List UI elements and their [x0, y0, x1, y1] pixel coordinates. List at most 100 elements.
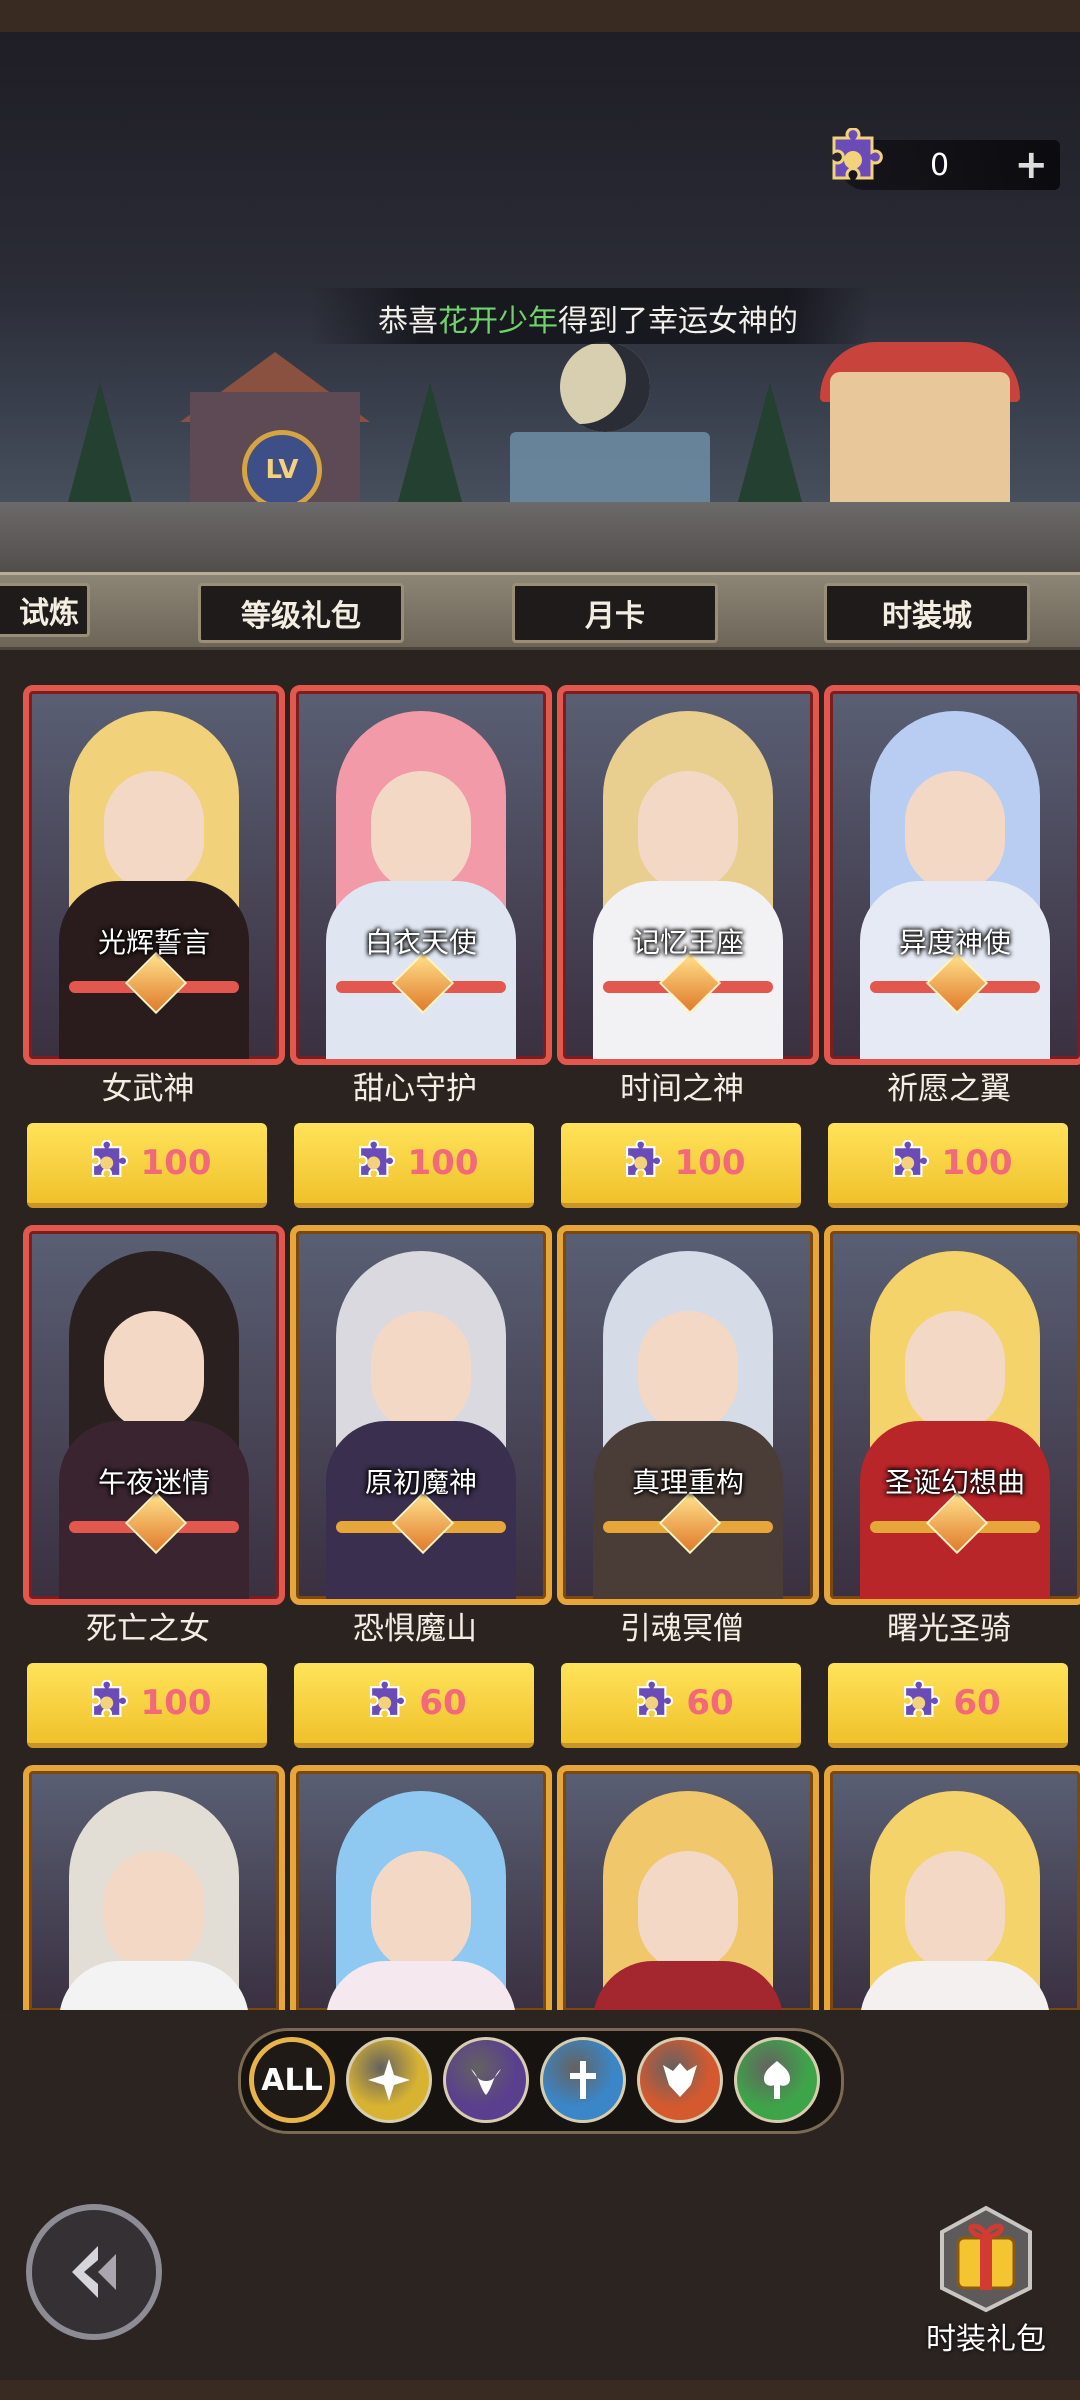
tab-label: 月卡: [585, 599, 645, 634]
buy-price-button[interactable]: 100: [27, 1663, 267, 1748]
price-value: 100: [407, 1143, 479, 1183]
costume-card[interactable]: 原初魔神恐惧魔山 60: [282, 1225, 552, 1765]
costume-card[interactable]: 异度神使祈愿之翼 100: [816, 685, 1080, 1225]
filter-tree-faction[interactable]: [734, 2037, 820, 2123]
costume-portrait[interactable]: [23, 1765, 285, 2010]
costume-portrait[interactable]: [290, 1765, 552, 2010]
buy-price-button[interactable]: 100: [27, 1123, 267, 1208]
skin-name: 白衣天使: [364, 926, 477, 959]
buy-price-button[interactable]: 100: [828, 1123, 1068, 1208]
add-currency-button[interactable]: +: [1014, 143, 1048, 187]
filter-all[interactable]: ALL: [249, 2037, 335, 2123]
price-value: 100: [140, 1143, 212, 1183]
costume-portrait[interactable]: 原初魔神: [290, 1225, 552, 1605]
character-name: 祈愿之翼: [887, 1071, 1011, 1107]
costume-grid: 光辉誓言 女武神 100 白衣天使 甜心守护 100 记忆王座 时间之神 100 异度神使 祈愿之翼…: [0, 650, 1080, 2010]
costume-portrait[interactable]: 真理重构: [557, 1225, 819, 1605]
announcement-prefix: 恭喜: [378, 304, 438, 339]
character-face: [371, 771, 471, 891]
character-face: [638, 1851, 738, 1971]
costume-portrait[interactable]: 白衣天使: [290, 685, 552, 1065]
costume-card[interactable]: [282, 1765, 552, 2010]
price-value: 60: [686, 1683, 734, 1723]
puzzle-piece-icon: [625, 1140, 662, 1178]
costume-portrait[interactable]: 午夜迷情: [23, 1225, 285, 1605]
character-face: [638, 771, 738, 891]
dark-faction-icon: [471, 2069, 501, 2095]
tab-level-gift[interactable]: 等级礼包: [198, 583, 404, 643]
filter-wolf-faction[interactable]: [637, 2037, 723, 2123]
currency-value: 0: [930, 148, 950, 183]
costume-portrait[interactable]: 圣诞幻想曲: [824, 1225, 1080, 1605]
level-badge-icon: LV: [242, 430, 322, 510]
costume-card[interactable]: 午夜迷情死亡之女 100: [15, 1225, 285, 1765]
costume-portrait[interactable]: 光辉誓言: [23, 685, 285, 1065]
costume-card[interactable]: 记忆王座时间之神 100: [549, 685, 819, 1225]
character-face: [905, 1311, 1005, 1431]
price-value: 60: [953, 1683, 1001, 1723]
costume-card[interactable]: [816, 1765, 1080, 2010]
character-face: [638, 1311, 738, 1431]
character-face: [905, 771, 1005, 891]
filter-light-faction[interactable]: [346, 2037, 432, 2123]
costume-card[interactable]: 光辉誓言女武神 100: [15, 685, 285, 1225]
buy-price-button[interactable]: 100: [294, 1123, 534, 1208]
tab-label: 等级礼包: [241, 599, 361, 634]
character-face: [104, 771, 204, 891]
costume-gift-pack-button[interactable]: 时装礼包: [916, 2194, 1056, 2384]
skin-name: 原初魔神: [364, 1466, 477, 1499]
character-face: [371, 1851, 471, 1971]
costume-card[interactable]: 白衣天使甜心守护 100: [282, 685, 552, 1225]
filter-sword-faction[interactable]: [540, 2037, 626, 2123]
character-face: [371, 1311, 471, 1431]
filter-all-label: ALL: [261, 2062, 323, 2098]
tab-label: 试炼: [19, 596, 79, 631]
puzzle-piece-icon: [892, 1140, 929, 1178]
buy-price-button[interactable]: 60: [828, 1663, 1068, 1748]
skin-name: 记忆王座: [631, 926, 744, 959]
character-name: 恐惧魔山: [353, 1611, 477, 1647]
costume-portrait[interactable]: [557, 1765, 819, 2010]
character-name: 死亡之女: [86, 1611, 210, 1647]
costume-card[interactable]: [549, 1765, 819, 2010]
character-name: 女武神: [101, 1071, 195, 1107]
announcement-marquee: 恭喜花开少年得到了幸运女神的: [310, 288, 870, 344]
puzzle-piece-icon: [370, 1680, 407, 1718]
wolf-faction-icon: [663, 2063, 697, 2097]
character-name: 引魂冥僧: [620, 1611, 744, 1647]
puzzle-piece-icon: [358, 1140, 395, 1178]
character-face: [905, 1851, 1005, 1971]
character-face: [104, 1851, 204, 1971]
filter-dark-faction[interactable]: [443, 2037, 529, 2123]
skin-name: 异度神使: [898, 926, 1011, 959]
price-value: 100: [674, 1143, 746, 1183]
buy-price-button[interactable]: 60: [561, 1663, 801, 1748]
tab-monthly-card[interactable]: 月卡: [512, 583, 718, 643]
costume-portrait[interactable]: 异度神使: [824, 685, 1080, 1065]
costume-card[interactable]: 真理重构引魂冥僧 60: [549, 1225, 819, 1765]
costume-card[interactable]: [15, 1765, 285, 2010]
tab-trial[interactable]: 试炼: [0, 583, 90, 637]
puzzle-piece-icon: [904, 1680, 941, 1718]
buy-price-button[interactable]: 100: [561, 1123, 801, 1208]
announcement-player-name: 花开少年: [438, 304, 558, 339]
tab-label: 时装城: [882, 599, 972, 634]
character-name: 时间之神: [620, 1071, 744, 1107]
price-value: 100: [140, 1683, 212, 1723]
puzzle-piece-icon: [637, 1680, 674, 1718]
back-button[interactable]: [26, 2204, 162, 2340]
tab-fashion-shop[interactable]: 时装城: [824, 583, 1030, 643]
skin-name: 真理重构: [631, 1466, 744, 1499]
skin-name: 午夜迷情: [97, 1466, 210, 1499]
announcement-text: 恭喜花开少年得到了幸运女神的: [378, 296, 798, 340]
costume-portrait[interactable]: [824, 1765, 1080, 2010]
bottom-strip: [0, 2380, 1080, 2400]
costume-card[interactable]: 圣诞幻想曲 曙光圣骑 60: [816, 1225, 1080, 1765]
tree-faction-icon: [764, 2061, 790, 2099]
back-arrow-icon: [72, 2246, 116, 2298]
price-value: 60: [419, 1683, 467, 1723]
character-name: 甜心守护: [353, 1071, 477, 1107]
skin-name: 圣诞幻想曲: [884, 1466, 1025, 1499]
buy-price-button[interactable]: 60: [294, 1663, 534, 1748]
costume-portrait[interactable]: 记忆王座: [557, 685, 819, 1065]
